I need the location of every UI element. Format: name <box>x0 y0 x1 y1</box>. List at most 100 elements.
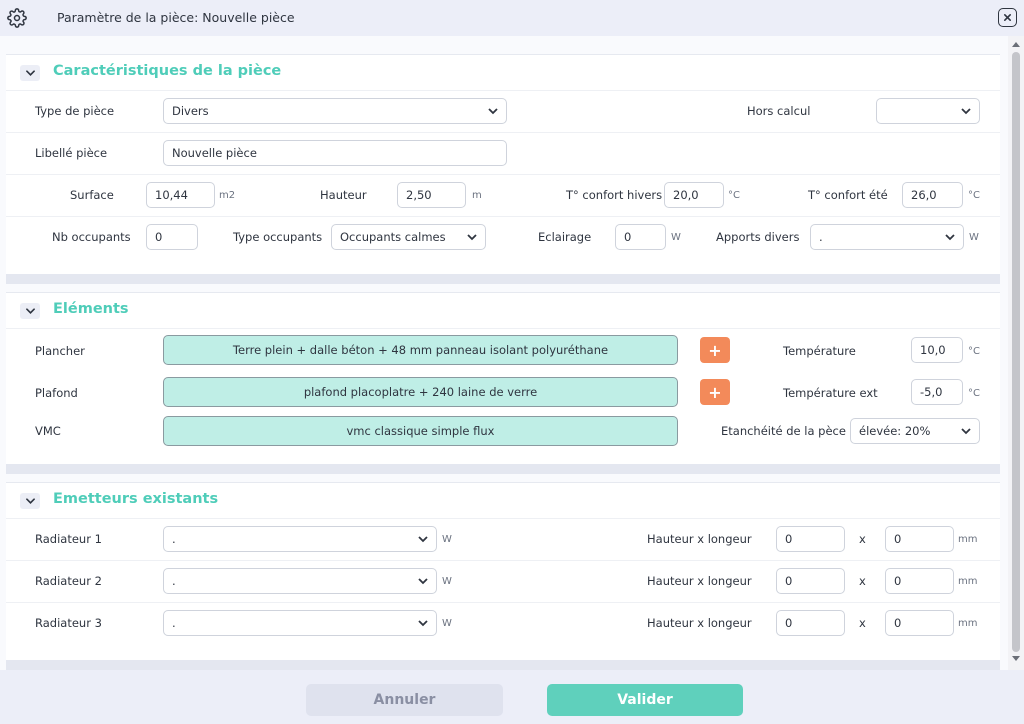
add-plancher-button[interactable]: + <box>700 337 730 363</box>
chevron-down-icon <box>961 108 971 115</box>
row-divider <box>6 132 1000 133</box>
radiateur-2-hauteur-input[interactable] <box>776 568 845 594</box>
radiateur-2-select[interactable]: . <box>163 568 437 594</box>
scrollbar-thumb[interactable] <box>1012 52 1020 652</box>
cancel-button[interactable]: Annuler <box>306 684 503 716</box>
section-header: Caractéristiques de la pièce <box>6 55 1000 91</box>
libelle-label: Libellé pièce <box>35 146 108 160</box>
power-unit: W <box>442 534 452 545</box>
radiateur-3-longueur-input[interactable] <box>885 610 954 636</box>
tconf-hiver-input[interactable] <box>664 182 724 208</box>
etancheite-label: Etanchéité de la pèce <box>721 424 846 438</box>
section-header: Eléments <box>6 293 1000 329</box>
eclairage-input[interactable] <box>615 224 666 250</box>
radiateur-label: Radiateur 2 <box>35 574 102 588</box>
section-elements: Eléments Plancher Terre plein + dalle bé… <box>6 292 1000 464</box>
temperature-unit: °C <box>968 346 980 357</box>
times-symbol: x <box>859 574 866 588</box>
section-title: Emetteurs existants <box>53 491 219 507</box>
section-title: Eléments <box>53 301 129 317</box>
plafond-label: Plafond <box>35 386 78 400</box>
section-title: Caractéristiques de la pièce <box>53 63 282 79</box>
radiateur-3-select[interactable]: . <box>163 610 437 636</box>
tconf-hiver-label: T° confort hivers <box>566 188 663 202</box>
vmc-selector[interactable]: vmc classique simple flux <box>163 416 678 446</box>
type-piece-label: Type de pièce <box>35 104 115 118</box>
scroll-down-icon[interactable] <box>1012 656 1020 661</box>
times-symbol: x <box>859 532 866 546</box>
chevron-down-icon <box>418 536 428 543</box>
row-divider <box>6 602 1000 603</box>
add-plafond-button[interactable]: + <box>700 379 730 405</box>
gear-icon[interactable] <box>7 8 27 28</box>
close-icon <box>1003 13 1012 22</box>
chevron-down-icon <box>945 234 955 241</box>
temp-ext-unit: °C <box>968 388 980 399</box>
chevron-down-icon <box>467 234 477 241</box>
radiateur-2-longueur-input[interactable] <box>885 568 954 594</box>
window-title: Paramètre de la pièce: Nouvelle pièce <box>57 10 295 25</box>
collapse-elements-button[interactable] <box>20 303 40 319</box>
section-separator <box>6 660 1000 670</box>
scroll-up-icon[interactable] <box>1012 42 1020 47</box>
radiateur-label: Radiateur 1 <box>35 532 102 546</box>
chevron-down-icon <box>25 308 35 314</box>
type-occupants-select[interactable]: Occupants calmes <box>331 224 486 250</box>
apports-select[interactable]: . <box>810 224 964 250</box>
chevron-down-icon <box>488 108 498 115</box>
section-separator <box>6 464 1000 474</box>
type-piece-select[interactable]: Divers <box>163 98 507 124</box>
chevron-down-icon <box>961 428 971 435</box>
type-occupants-label: Type occupants <box>233 230 323 244</box>
surface-unit: m2 <box>219 190 236 201</box>
tconf-ete-label: T° confort été <box>808 188 888 202</box>
power-unit: W <box>442 618 452 629</box>
surface-input[interactable] <box>146 182 215 208</box>
nb-occupants-input[interactable] <box>146 224 198 250</box>
window-titlebar: Paramètre de la pièce: Nouvelle pièce <box>0 0 1024 36</box>
hors-calcul-label: Hors calcul <box>747 104 811 118</box>
collapse-emetteurs-button[interactable] <box>20 493 40 509</box>
temp-ext-input[interactable] <box>911 379 963 405</box>
hauteur-unit: m <box>472 190 482 201</box>
hauteur-label: Hauteur <box>320 188 367 202</box>
row-divider <box>6 174 1000 175</box>
collapse-caracteristiques-button[interactable] <box>20 65 40 81</box>
surface-label: Surface <box>70 188 114 202</box>
radiateur-1-longueur-input[interactable] <box>885 526 954 552</box>
hauteur-input[interactable] <box>397 182 466 208</box>
chevron-down-icon <box>25 70 35 76</box>
tconf-ete-input[interactable] <box>902 182 963 208</box>
vmc-label: VMC <box>35 424 61 438</box>
validate-button[interactable]: Valider <box>547 684 743 716</box>
nb-occupants-label: Nb occupants <box>52 230 131 244</box>
radiateur-1-select[interactable]: . <box>163 526 437 552</box>
plancher-selector[interactable]: Terre plein + dalle béton + 48 mm pannea… <box>163 335 678 365</box>
row-divider <box>6 560 1000 561</box>
chevron-down-icon <box>25 498 35 504</box>
close-button[interactable] <box>998 8 1017 27</box>
dialog-footer: Annuler Valider <box>0 670 1024 724</box>
row-divider <box>6 216 1000 217</box>
etancheite-select[interactable]: élevée: 20% <box>850 418 980 444</box>
libelle-input[interactable] <box>163 140 507 166</box>
vertical-scrollbar[interactable] <box>1008 36 1024 670</box>
hors-calcul-select[interactable] <box>876 98 980 124</box>
radiateur-1-hauteur-input[interactable] <box>776 526 845 552</box>
plancher-label: Plancher <box>35 344 85 358</box>
dim-unit: mm <box>958 576 978 587</box>
section-caracteristiques: Caractéristiques de la pièce Type de piè… <box>6 54 1000 274</box>
plafond-selector[interactable]: plafond placoplatre + 240 laine de verre <box>163 377 678 407</box>
temperature-input[interactable] <box>911 337 963 363</box>
section-emetteurs: Emetteurs existants Radiateur 1 . W Haut… <box>6 482 1000 660</box>
dimension-label: Hauteur x longeur <box>647 616 752 630</box>
radiateur-label: Radiateur 3 <box>35 616 102 630</box>
tconf-ete-unit: °C <box>968 190 980 201</box>
dimension-label: Hauteur x longeur <box>647 574 752 588</box>
radiateur-3-hauteur-input[interactable] <box>776 610 845 636</box>
section-header: Emetteurs existants <box>6 483 1000 519</box>
times-symbol: x <box>859 616 866 630</box>
power-unit: W <box>442 576 452 587</box>
apports-label: Apports divers <box>716 230 800 244</box>
eclairage-unit: W <box>671 232 681 243</box>
